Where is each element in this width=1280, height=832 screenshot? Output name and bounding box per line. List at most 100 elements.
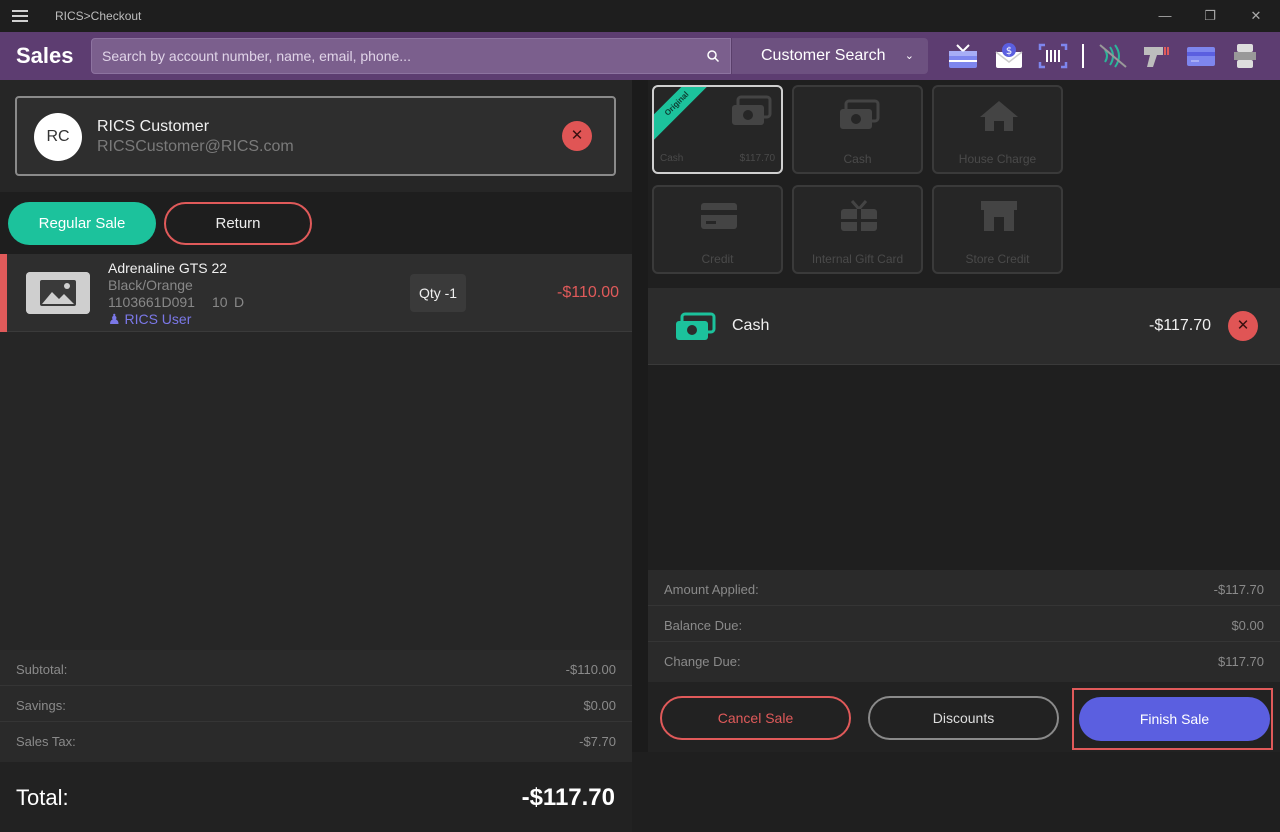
cash-icon bbox=[840, 99, 880, 129]
product-name: Adrenaline GTS 22 bbox=[108, 260, 228, 276]
tender-label: Cash bbox=[843, 152, 872, 166]
minimize-icon[interactable]: — bbox=[1154, 6, 1176, 26]
cash-icon bbox=[732, 95, 772, 125]
cart-empty-area bbox=[0, 333, 632, 649]
total-value: -$117.70 bbox=[521, 784, 615, 811]
savings-row: Savings: $0.00 bbox=[0, 686, 632, 722]
barcode-scan-icon[interactable] bbox=[1037, 42, 1069, 70]
search-box bbox=[91, 38, 731, 74]
svg-text:$: $ bbox=[1006, 46, 1012, 57]
summary-label: Sales Tax: bbox=[16, 734, 76, 749]
summary-value: $0.00 bbox=[583, 698, 616, 713]
contactless-off-icon[interactable] bbox=[1097, 42, 1129, 70]
tender-label: Credit bbox=[701, 252, 734, 266]
discounts-button[interactable]: Discounts bbox=[868, 696, 1059, 740]
remove-customer-close-icon[interactable]: ✕ bbox=[562, 121, 592, 151]
house-icon bbox=[980, 101, 1018, 131]
action-bar: Cancel Sale Discounts Finish Sale bbox=[648, 682, 1280, 752]
sale-mode-bar: Regular Sale Return bbox=[0, 192, 632, 254]
gift-card-tender[interactable]: Internal Gift Card bbox=[792, 185, 923, 274]
cart-line-item[interactable]: Adrenaline GTS 22 Black/Orange 1103661D0… bbox=[0, 254, 632, 332]
close-window-icon[interactable]: ✕ bbox=[1245, 6, 1267, 26]
summary-label: Savings: bbox=[16, 698, 66, 713]
summary-label: Change Due: bbox=[664, 654, 741, 669]
summary-value: $117.70 bbox=[1217, 654, 1264, 669]
search-type-dropdown[interactable]: Customer Search ⌄ bbox=[731, 38, 928, 74]
summary-label: Subtotal: bbox=[16, 662, 68, 677]
scanner-gun-icon[interactable] bbox=[1141, 42, 1173, 70]
summary-label: Balance Due: bbox=[664, 618, 743, 633]
amount-applied-row: Amount Applied: -$117.70 bbox=[648, 570, 1280, 606]
original-tender-amount: $117.70 bbox=[739, 153, 775, 164]
cancel-sale-button[interactable]: Cancel Sale bbox=[660, 696, 851, 740]
line-item-price: -$110.00 bbox=[557, 284, 619, 301]
person-icon: ♟ bbox=[108, 311, 121, 327]
customer-email: RICSCustomer@RICS.com bbox=[97, 138, 294, 155]
total-label: Total: bbox=[16, 785, 69, 810]
payment-summary: Amount Applied: -$117.70 Balance Due: $0.0… bbox=[648, 570, 1280, 682]
cash-icon bbox=[676, 312, 716, 340]
sale-summary: Subtotal: -$110.00 Savings: $0.00 Sales Ta… bbox=[0, 650, 632, 762]
summary-value: -$110.00 bbox=[565, 662, 616, 677]
house-charge-tender[interactable]: House Charge bbox=[932, 85, 1063, 174]
search-icon[interactable] bbox=[706, 49, 720, 63]
header-divider bbox=[1082, 44, 1084, 68]
balance-due-row: Balance Due: $0.00 bbox=[648, 606, 1280, 642]
store-credit-tender[interactable]: Store Credit bbox=[932, 185, 1063, 274]
quantity-button[interactable]: Qty -1 bbox=[410, 274, 466, 312]
title-bar: RICS>Checkout — ❐ ✕ bbox=[0, 0, 1280, 32]
payment-pane: Original Cash $117.70 Cash House Charge … bbox=[648, 80, 1280, 752]
credit-card-icon[interactable] bbox=[1185, 42, 1217, 70]
cart-pane: RC RICS Customer RICSCustomer@RICS.com ✕… bbox=[0, 80, 632, 832]
change-due-row: Change Due: $117.70 bbox=[648, 642, 1280, 678]
finish-sale-button[interactable]: Finish Sale bbox=[1079, 697, 1270, 741]
return-button[interactable]: Return bbox=[164, 202, 312, 245]
gift-icon[interactable] bbox=[947, 42, 979, 70]
tender-label: House Charge bbox=[958, 152, 1037, 166]
original-badge: Original bbox=[654, 87, 716, 143]
summary-label: Amount Applied: bbox=[664, 582, 759, 597]
salesperson[interactable]: ♟ RICS User bbox=[108, 311, 191, 328]
finish-sale-highlight: Finish Sale bbox=[1072, 688, 1273, 750]
cash-tender[interactable]: Cash bbox=[792, 85, 923, 174]
mail-money-icon[interactable]: $ bbox=[993, 42, 1025, 70]
customer-card[interactable]: RC RICS Customer RICSCustomer@RICS.com ✕ bbox=[15, 96, 616, 176]
gift-icon bbox=[841, 200, 877, 231]
search-input[interactable] bbox=[102, 39, 692, 73]
total-bar: Total: -$117.70 bbox=[0, 762, 632, 832]
summary-value: -$117.70 bbox=[1213, 582, 1264, 597]
restore-icon[interactable]: ❐ bbox=[1199, 6, 1221, 26]
product-size: 10 bbox=[212, 294, 228, 310]
search-type-label: Customer Search bbox=[761, 47, 886, 64]
window-title: RICS>Checkout bbox=[55, 9, 142, 23]
salesperson-name: RICS User bbox=[124, 311, 192, 327]
summary-value: -$7.70 bbox=[579, 734, 616, 749]
store-icon bbox=[981, 201, 1017, 231]
payment-label: Cash bbox=[732, 317, 770, 334]
original-cash-tender[interactable]: Original Cash $117.70 bbox=[652, 85, 783, 174]
applied-payment-row[interactable]: Cash -$117.70 ✕ bbox=[648, 288, 1280, 365]
summary-value: $0.00 bbox=[1231, 618, 1264, 633]
avatar: RC bbox=[34, 113, 82, 161]
payment-amount: -$117.70 bbox=[1149, 317, 1211, 334]
product-variant: Black/Orange bbox=[108, 277, 193, 293]
customer-name: RICS Customer bbox=[97, 118, 210, 135]
regular-sale-button[interactable]: Regular Sale bbox=[8, 202, 156, 245]
original-tender-label: Cash bbox=[660, 153, 684, 164]
product-image-icon bbox=[26, 272, 90, 314]
hamburger-menu-icon[interactable] bbox=[12, 10, 28, 22]
product-sku: 1103661D091 bbox=[108, 294, 195, 310]
printer-icon[interactable] bbox=[1229, 42, 1261, 70]
remove-payment-close-icon[interactable]: ✕ bbox=[1228, 311, 1258, 341]
credit-card-icon bbox=[701, 203, 737, 229]
sales-tax-row: Sales Tax: -$7.70 bbox=[0, 722, 632, 758]
return-indicator bbox=[0, 254, 7, 332]
pane-divider bbox=[632, 80, 648, 752]
page-title: Sales bbox=[16, 43, 74, 68]
app-header: Sales Customer Search ⌄ $ bbox=[0, 32, 1280, 80]
subtotal-row: Subtotal: -$110.00 bbox=[0, 650, 632, 686]
credit-tender[interactable]: Credit bbox=[652, 185, 783, 274]
product-width: D bbox=[234, 294, 245, 310]
tender-label: Internal Gift Card bbox=[811, 252, 904, 266]
chevron-down-icon: ⌄ bbox=[904, 50, 914, 62]
